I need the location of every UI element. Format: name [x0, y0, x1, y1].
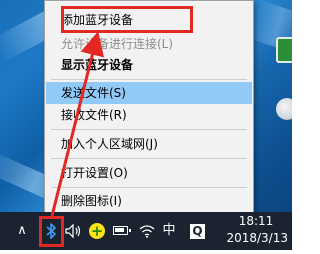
annotation-highlight-box	[61, 6, 193, 33]
system-clock[interactable]: 18:11 2018/3/13	[214, 213, 288, 249]
clock-date: 2018/3/13	[226, 231, 288, 245]
chevron-up-icon[interactable]: ∧	[14, 212, 30, 250]
ime-indicator[interactable]: 中	[160, 212, 178, 250]
menu-item-join-pan[interactable]: 加入个人区域网(J)	[46, 133, 252, 155]
menu-item-open-settings[interactable]: 打开设置(O)	[46, 162, 252, 184]
menu-separator	[51, 129, 247, 130]
wifi-icon[interactable]	[138, 212, 156, 250]
battery-level	[115, 228, 124, 232]
annotation-bluetooth-box	[39, 216, 64, 247]
menu-item-show-bluetooth-devices[interactable]: 显示蓝牙设备	[46, 54, 252, 76]
plus-circle-icon[interactable]: +	[89, 223, 105, 239]
menu-item-allow-connection: 允许设备进行连接(L)	[61, 37, 174, 51]
menu-separator	[51, 187, 247, 188]
menu-item-remove-icon[interactable]: 删除图标(I)	[46, 190, 252, 212]
menu-separator	[51, 79, 247, 80]
menu-item-receive-file[interactable]: 接收文件(R)	[46, 104, 252, 126]
battery-icon[interactable]	[113, 226, 131, 235]
desktop-shortcut-icon[interactable]	[276, 37, 292, 63]
q-app-icon[interactable]: Q	[190, 224, 205, 239]
desktop-shortcut-icon[interactable]	[276, 98, 292, 120]
menu-item-send-file[interactable]: 发送文件(S)	[46, 82, 252, 104]
clock-time: 18:11	[238, 214, 274, 228]
menu-separator	[51, 158, 247, 159]
volume-icon[interactable]	[64, 212, 84, 250]
